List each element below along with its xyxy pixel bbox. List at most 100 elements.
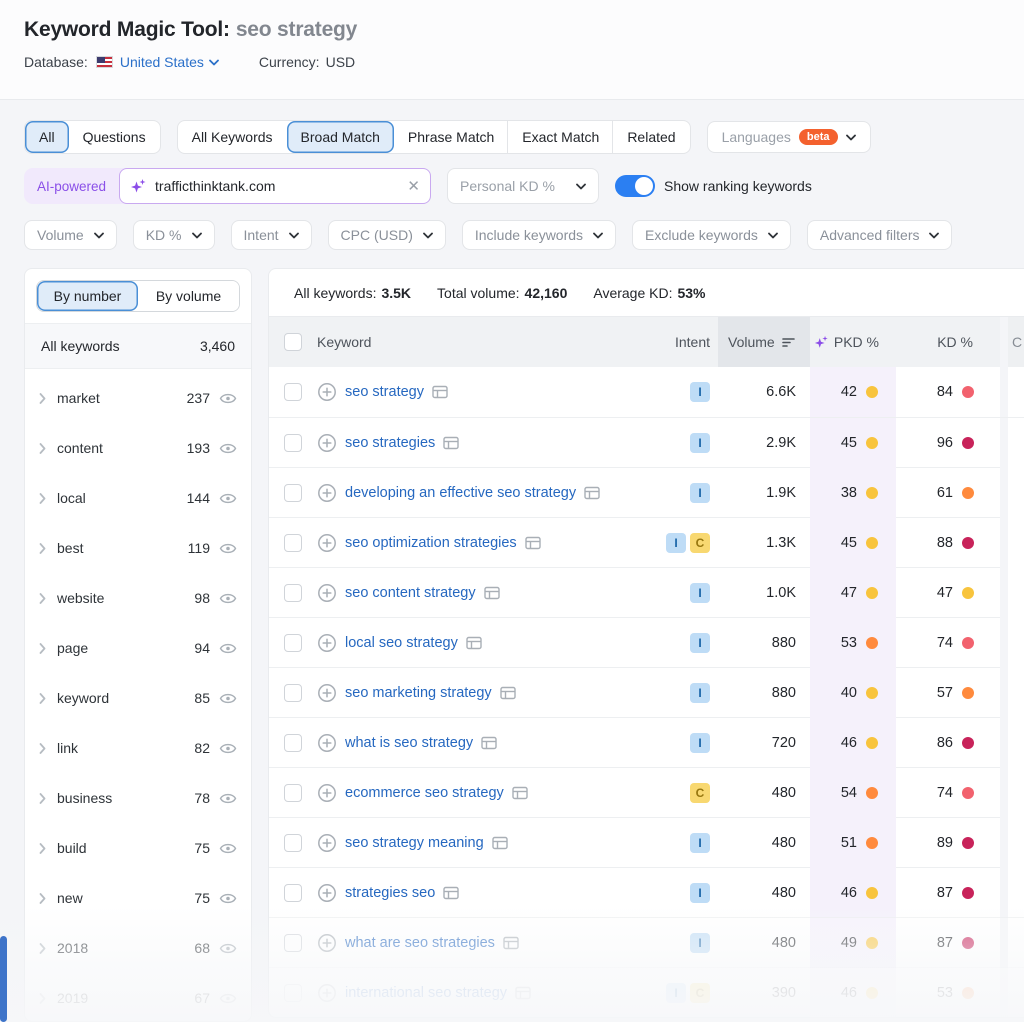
keyword-link[interactable]: seo marketing strategy — [345, 685, 492, 701]
eye-icon[interactable] — [219, 592, 237, 605]
match-tab[interactable]: Questions — [69, 121, 160, 153]
keyword-link[interactable]: international seo strategy — [345, 985, 507, 1001]
keyword-link[interactable]: developing an effective seo strategy — [345, 485, 576, 501]
row-checkbox[interactable] — [284, 984, 302, 1002]
eye-icon[interactable] — [219, 742, 237, 755]
serp-icon[interactable] — [503, 936, 519, 950]
add-keyword-icon[interactable] — [317, 533, 337, 553]
eye-icon[interactable] — [219, 792, 237, 805]
all-keywords-group[interactable]: All keywords 3,460 — [25, 323, 251, 369]
add-keyword-icon[interactable] — [317, 983, 337, 1003]
filter-dropdown[interactable]: Intent — [231, 220, 312, 250]
sidebar-group-item[interactable]: website 98 — [25, 573, 251, 623]
keyword-link[interactable]: what are seo strategies — [345, 935, 495, 951]
add-keyword-icon[interactable] — [317, 833, 337, 853]
keyword-link[interactable]: seo content strategy — [345, 585, 476, 601]
sidebar-group-item[interactable]: local 144 — [25, 473, 251, 523]
serp-icon[interactable] — [500, 686, 516, 700]
intent-badge-i[interactable]: I — [666, 983, 686, 1003]
intent-badge-c[interactable]: C — [690, 533, 710, 553]
sort-mode-button[interactable]: By number — [37, 281, 138, 311]
sidebar-group-item[interactable]: new 75 — [25, 873, 251, 923]
eye-icon[interactable] — [219, 542, 237, 555]
row-checkbox[interactable] — [284, 584, 302, 602]
column-header-keyword[interactable]: Keyword — [317, 334, 650, 350]
serp-icon[interactable] — [443, 886, 459, 900]
serp-icon[interactable] — [466, 636, 482, 650]
filter-dropdown[interactable]: CPC (USD) — [328, 220, 446, 250]
keyword-link[interactable]: strategies seo — [345, 885, 435, 901]
eye-icon[interactable] — [219, 992, 237, 1005]
filter-dropdown[interactable]: Exclude keywords — [632, 220, 791, 250]
eye-icon[interactable] — [219, 842, 237, 855]
filter-dropdown[interactable]: KD % — [133, 220, 215, 250]
add-keyword-icon[interactable] — [317, 883, 337, 903]
serp-icon[interactable] — [492, 836, 508, 850]
column-header-kd[interactable]: KD % — [896, 334, 1000, 350]
row-checkbox[interactable] — [284, 434, 302, 452]
row-checkbox[interactable] — [284, 834, 302, 852]
select-all-checkbox[interactable] — [284, 333, 302, 351]
eye-icon[interactable] — [219, 492, 237, 505]
add-keyword-icon[interactable] — [317, 382, 337, 402]
column-header-pkd[interactable]: PKD % — [810, 334, 896, 350]
row-checkbox[interactable] — [284, 484, 302, 502]
sidebar-group-item[interactable]: keyword 85 — [25, 673, 251, 723]
serp-icon[interactable] — [525, 536, 541, 550]
sidebar-group-item[interactable]: page 94 — [25, 623, 251, 673]
match-tab[interactable]: Related — [613, 121, 689, 153]
add-keyword-icon[interactable] — [317, 683, 337, 703]
row-checkbox[interactable] — [284, 383, 302, 401]
match-tab[interactable]: Phrase Match — [394, 121, 508, 153]
add-keyword-icon[interactable] — [317, 733, 337, 753]
sidebar-group-item[interactable]: market 237 — [25, 373, 251, 423]
column-header-intent[interactable]: Intent — [650, 334, 718, 350]
column-header-volume[interactable]: Volume — [718, 317, 810, 367]
add-keyword-icon[interactable] — [317, 433, 337, 453]
intent-badge-i[interactable]: I — [690, 633, 710, 653]
eye-icon[interactable] — [219, 442, 237, 455]
match-tab[interactable]: Broad Match — [287, 121, 394, 153]
intent-badge-i[interactable]: I — [690, 883, 710, 903]
match-tab[interactable]: All — [25, 121, 69, 153]
intent-badge-i[interactable]: I — [690, 433, 710, 453]
personal-kd-dropdown[interactable]: Personal KD % — [447, 168, 599, 204]
keyword-search-input[interactable]: trafficthinktank.com ✕ — [119, 168, 431, 204]
intent-badge-i[interactable]: I — [690, 583, 710, 603]
row-checkbox[interactable] — [284, 784, 302, 802]
serp-icon[interactable] — [515, 986, 531, 1000]
keyword-link[interactable]: seo strategy meaning — [345, 835, 484, 851]
serp-icon[interactable] — [481, 736, 497, 750]
eye-icon[interactable] — [219, 892, 237, 905]
sort-mode-button[interactable]: By volume — [138, 281, 239, 311]
intent-badge-i[interactable]: I — [690, 833, 710, 853]
sidebar-group-item[interactable]: content 193 — [25, 423, 251, 473]
serp-icon[interactable] — [443, 436, 459, 450]
clear-search-icon[interactable]: ✕ — [407, 177, 420, 195]
add-keyword-icon[interactable] — [317, 583, 337, 603]
languages-dropdown[interactable]: Languages beta — [707, 121, 871, 153]
keyword-link[interactable]: local seo strategy — [345, 635, 458, 651]
sidebar-group-item[interactable]: best 119 — [25, 523, 251, 573]
intent-badge-i[interactable]: I — [690, 483, 710, 503]
keyword-link[interactable]: ecommerce seo strategy — [345, 785, 504, 801]
intent-badge-i[interactable]: I — [690, 733, 710, 753]
intent-badge-i[interactable]: I — [690, 683, 710, 703]
keyword-link[interactable]: seo strategies — [345, 435, 435, 451]
intent-badge-i[interactable]: I — [666, 533, 686, 553]
serp-icon[interactable] — [512, 786, 528, 800]
serp-icon[interactable] — [432, 385, 448, 399]
row-checkbox[interactable] — [284, 534, 302, 552]
sidebar-group-item[interactable]: business 78 — [25, 773, 251, 823]
match-tab[interactable]: All Keywords — [178, 121, 287, 153]
add-keyword-icon[interactable] — [317, 633, 337, 653]
row-checkbox[interactable] — [284, 934, 302, 952]
database-selector[interactable]: United States — [120, 54, 219, 70]
intent-badge-c[interactable]: C — [690, 983, 710, 1003]
row-checkbox[interactable] — [284, 884, 302, 902]
serp-icon[interactable] — [584, 486, 600, 500]
intent-badge-i[interactable]: I — [690, 933, 710, 953]
filter-dropdown[interactable]: Volume — [24, 220, 117, 250]
eye-icon[interactable] — [219, 942, 237, 955]
serp-icon[interactable] — [484, 586, 500, 600]
